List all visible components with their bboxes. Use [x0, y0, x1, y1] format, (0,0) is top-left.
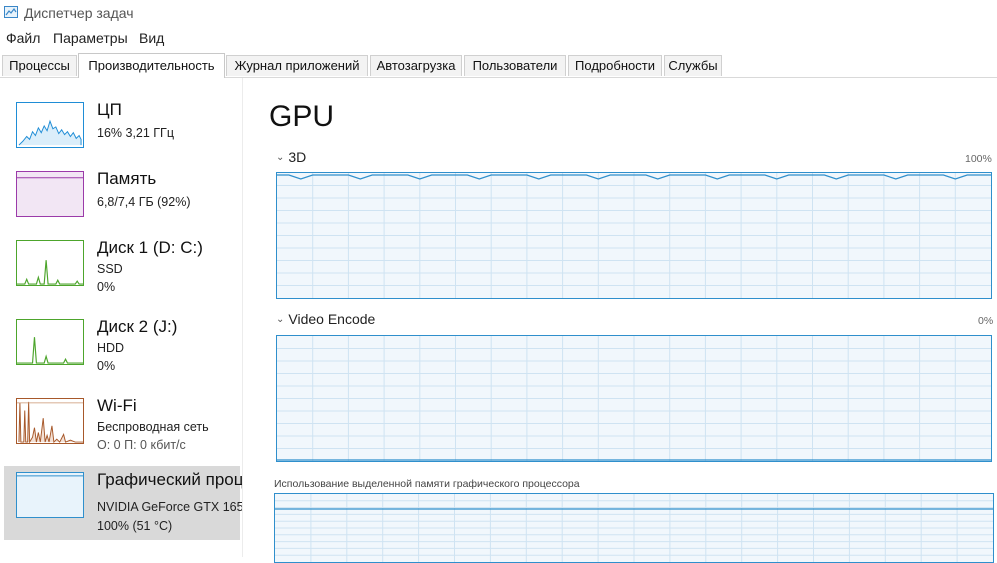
sidebar-item-usage: 0%	[97, 280, 116, 294]
sidebar-item-detail: 16% 3,21 ГГц	[97, 126, 174, 140]
chevron-down-icon: ⌄	[276, 152, 285, 163]
graph-video-encode-label[interactable]: ⌄ Video Encode	[276, 311, 375, 327]
sidebar-item-usage: 100% (51 °C)	[97, 519, 173, 533]
sidebar-item-detail: HDD	[97, 341, 125, 355]
tab-services[interactable]: Службы	[664, 55, 722, 76]
sidebar-item-title: ЦП	[97, 100, 122, 119]
window-title: Диспетчер задач	[24, 5, 134, 21]
menu-file[interactable]: Файл	[6, 30, 40, 46]
sidebar-item-disk-1[interactable]: Диск 1 (D: C:) SSD 0%	[4, 234, 240, 308]
graph-3d-title: 3D	[288, 149, 307, 165]
gpu-thumbnail-graph	[16, 472, 84, 518]
sidebar-item-cpu[interactable]: ЦП 16% 3,21 ГГц	[4, 96, 240, 170]
dedicated-memory-label: Использование выделенной памяти графичес…	[274, 478, 580, 490]
sidebar-item-detail: SSD	[97, 262, 123, 276]
sidebar-item-title: Wi-Fi	[97, 396, 137, 415]
cpu-thumbnail-graph	[16, 102, 84, 148]
sidebar-item-gpu[interactable]: Графический процессор 0 NVIDIA GeForce G…	[4, 466, 243, 540]
tab-app-history[interactable]: Журнал приложений	[226, 55, 368, 76]
graph-3d-label[interactable]: ⌄ 3D	[276, 149, 306, 165]
tab-processes[interactable]: Процессы	[2, 55, 77, 76]
sidebar-item-wifi[interactable]: Wi-Fi Беспроводная сеть О: 0 П: 0 кбит/с	[4, 392, 240, 466]
sidebar-item-memory[interactable]: Память 6,8/7,4 ГБ (92%)	[4, 165, 240, 239]
graph-canvas	[275, 494, 993, 562]
graph-canvas	[277, 173, 991, 298]
tab-performance[interactable]: Производительность	[78, 53, 225, 78]
tab-users[interactable]: Пользователи	[464, 55, 566, 76]
menu-bar: Файл Параметры Вид	[0, 27, 997, 49]
memory-thumbnail-graph	[16, 171, 84, 217]
tab-details[interactable]: Подробности	[568, 55, 662, 76]
sidebar-item-title: Графический процессор 0	[97, 470, 243, 489]
menu-view[interactable]: Вид	[139, 30, 164, 46]
sidebar-item-title: Память	[97, 169, 157, 188]
menu-options[interactable]: Параметры	[53, 30, 128, 46]
page-title: GPU	[269, 100, 335, 133]
disk-2-thumbnail-graph	[16, 319, 84, 365]
sidebar-item-disk-2[interactable]: Диск 2 (J:) HDD 0%	[4, 313, 240, 387]
sidebar-item-detail: Беспроводная сеть	[97, 420, 209, 434]
graph-video-encode-title: Video Encode	[288, 311, 376, 327]
performance-sidebar: ЦП 16% 3,21 ГГц Память 6,8/7,4 ГБ (92%) …	[0, 78, 243, 557]
sidebar-item-detail: NVIDIA GeForce GTX 1650	[97, 500, 243, 514]
sidebar-item-usage: 0%	[97, 359, 116, 373]
graph-3d	[276, 172, 992, 299]
title-bar: Диспетчер задач	[0, 0, 997, 26]
graph-video-encode	[276, 335, 992, 462]
chevron-down-icon: ⌄	[276, 314, 285, 325]
sidebar-item-usage: О: 0 П: 0 кбит/с	[97, 438, 186, 452]
graph-video-encode-max-value: 0%	[978, 315, 994, 327]
disk-1-thumbnail-graph	[16, 240, 84, 286]
sidebar-item-title: Диск 2 (J:)	[97, 317, 178, 336]
task-manager-icon	[4, 6, 18, 18]
graph-3d-max-value: 100%	[965, 153, 992, 165]
tab-bar: Процессы Производительность Журнал прило…	[0, 53, 997, 78]
tab-startup[interactable]: Автозагрузка	[370, 55, 462, 76]
graph-canvas	[277, 336, 991, 461]
wifi-thumbnail-graph	[16, 398, 84, 444]
sidebar-item-title: Диск 1 (D: C:)	[97, 238, 203, 257]
sidebar-item-detail: 6,8/7,4 ГБ (92%)	[97, 195, 191, 209]
graph-dedicated-memory	[274, 493, 994, 563]
